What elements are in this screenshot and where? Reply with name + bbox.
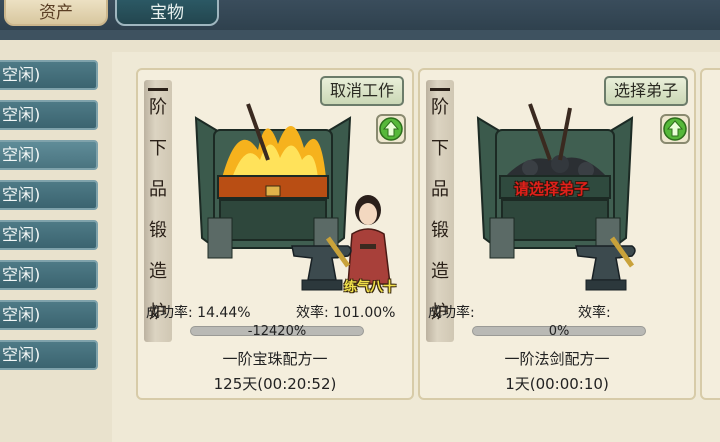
time-remaining: 1天(00:00:10) bbox=[505, 375, 609, 393]
sidebar-item[interactable]: 空闲) bbox=[0, 220, 98, 250]
title-char: 锻 bbox=[431, 220, 449, 241]
title-char: 品 bbox=[431, 179, 449, 200]
upgrade-button[interactable] bbox=[660, 114, 690, 144]
sidebar-item[interactable]: 空闲) bbox=[0, 100, 98, 130]
sidebar-item[interactable]: 空闲) bbox=[0, 180, 98, 210]
forge-card-3-partial bbox=[700, 68, 720, 400]
time-remaining: 125天(00:20:52) bbox=[213, 375, 337, 393]
title-prefix-stroke: 一 bbox=[430, 88, 450, 91]
success-rate: 成功率: bbox=[428, 302, 475, 322]
progress-text: 0% bbox=[548, 324, 570, 339]
efficiency-label: 效率: bbox=[296, 305, 329, 321]
success-rate-label: 成功率: bbox=[428, 305, 475, 321]
green-up-arrow-icon bbox=[663, 117, 687, 141]
forge-card-1: 一 阶 下 品 锻 造 炉 取消工作 练气八十 bbox=[136, 68, 414, 400]
disciple-level-label: 练气八十 bbox=[344, 280, 397, 295]
title-char: 品 bbox=[149, 179, 167, 200]
select-disciple-prompt: 请选择弟子 bbox=[514, 180, 590, 198]
title-char: 锻 bbox=[149, 220, 167, 241]
green-up-arrow-icon bbox=[379, 117, 403, 141]
title-char: 下 bbox=[431, 138, 449, 159]
title-char: 造 bbox=[149, 261, 167, 282]
title-char: 阶 bbox=[149, 97, 167, 118]
sidebar-item[interactable]: 空闲) bbox=[0, 340, 98, 370]
recipe-name: 一阶法剑配方一 bbox=[504, 350, 610, 368]
efficiency: 效率: 101.00% bbox=[296, 302, 395, 322]
tab-assets[interactable]: 资产 bbox=[4, 0, 108, 26]
sidebar-item[interactable]: 空闲) bbox=[0, 300, 98, 330]
success-rate: 成功率: 14.44% bbox=[146, 302, 251, 322]
title-prefix-stroke: 一 bbox=[148, 88, 168, 91]
efficiency-value: 101.00% bbox=[333, 305, 396, 321]
title-char: 下 bbox=[149, 138, 167, 159]
success-rate-value: 14.44% bbox=[197, 305, 251, 321]
efficiency: 效率: bbox=[578, 302, 611, 322]
anvil-image bbox=[575, 236, 636, 291]
tab-treasures[interactable]: 宝物 bbox=[115, 0, 219, 26]
efficiency-label: 效率: bbox=[578, 305, 611, 321]
top-tab-bar bbox=[0, 0, 720, 30]
forge-card-2: 一 阶 下 品 锻 造 炉 选择弟子 请选择弟子 成功率: 效率: bbox=[418, 68, 696, 400]
success-rate-label: 成功率: bbox=[146, 305, 193, 321]
upgrade-button[interactable] bbox=[376, 114, 406, 144]
title-char: 阶 bbox=[431, 97, 449, 118]
title-char: 造 bbox=[431, 261, 449, 282]
progress-text: -12420% bbox=[247, 324, 307, 339]
sidebar-item[interactable]: 空闲) bbox=[0, 60, 98, 90]
sidebar-item[interactable]: 空闲) bbox=[0, 260, 98, 290]
sidebar-item[interactable]: 空闲) bbox=[0, 140, 98, 170]
recipe-name: 一阶宝珠配方一 bbox=[222, 350, 328, 368]
